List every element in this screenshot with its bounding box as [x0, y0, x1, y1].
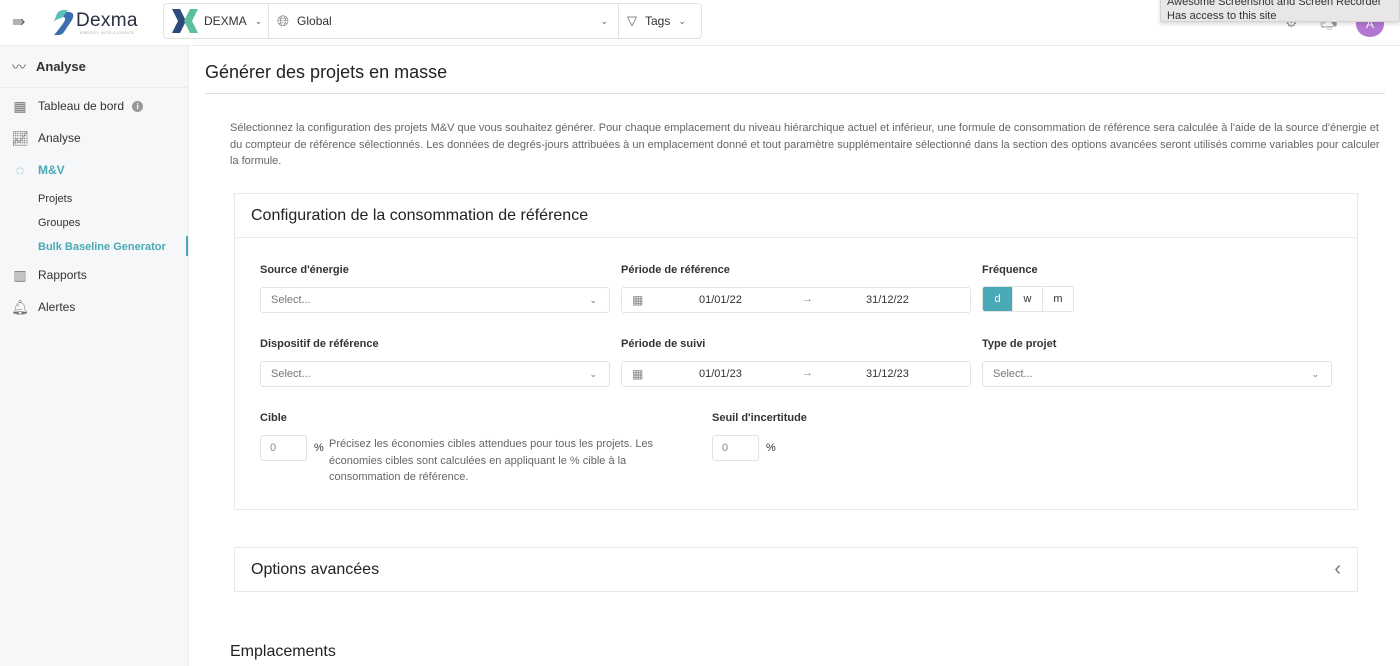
end-date[interactable]: 31/12/23	[866, 368, 909, 380]
sidebar-item-label: Rapports	[38, 268, 87, 282]
select-placeholder: Select...	[271, 294, 311, 306]
frequency-day[interactable]: d	[983, 287, 1013, 311]
extension-tooltip: Awesome Screenshot and Screen Recorder H…	[1160, 0, 1400, 22]
chevron-down-icon: ⌄	[589, 295, 597, 305]
sidebar-item-label: Analyse	[38, 131, 81, 145]
tags-label: Tags	[645, 14, 671, 28]
sidebar: 〰 Analyse ▦ Tableau de bord i 📈︎ Analyse…	[0, 46, 189, 666]
sidebar-subitem-projets[interactable]: Projets	[38, 193, 72, 205]
frequency-toggle: d w m	[982, 286, 1074, 312]
select-placeholder: Select...	[271, 368, 311, 380]
globe-icon: 🌐︎	[277, 12, 290, 30]
org-selector[interactable]: DEXMA ⌄	[164, 4, 269, 38]
arrow-right-icon: →	[802, 367, 813, 379]
sidebar-item-analyse[interactable]: 📈︎ Analyse	[11, 129, 81, 146]
chevron-down-icon: ⌄	[600, 16, 608, 26]
org-logo-icon	[172, 9, 198, 33]
chart-icon: 📈︎	[11, 129, 29, 146]
active-marker	[186, 236, 188, 256]
divider	[205, 93, 1385, 94]
chevron-down-icon: ⌄	[589, 369, 597, 379]
brand-subtitle: ENERGY INTELLIGENCE	[80, 30, 135, 35]
page-title: Générer des projets en masse	[205, 62, 448, 82]
report-icon: ▥	[13, 266, 27, 283]
advanced-options-title: Options avancées	[251, 561, 380, 578]
target-label: Cible	[260, 412, 287, 424]
arrow-right-icon: →	[802, 293, 813, 305]
card-title: Configuration de la consommation de réfé…	[235, 194, 1357, 238]
start-date[interactable]: 01/01/23	[699, 368, 742, 380]
org-name: DEXMA	[204, 14, 247, 28]
chevron-down-icon: ⌄	[1311, 369, 1319, 379]
sidebar-item-label: Tableau de bord	[38, 99, 125, 113]
sidebar-section-header[interactable]: 〰 Analyse	[0, 46, 188, 88]
chevron-down-icon: ⌄	[254, 15, 263, 26]
project-type-select[interactable]: Select... ⌄	[982, 361, 1332, 387]
location-name: Global	[297, 14, 332, 28]
sidebar-section-label: Analyse	[36, 59, 86, 74]
energy-source-label: Source d'énergie	[260, 264, 349, 276]
frequency-month[interactable]: m	[1043, 287, 1073, 311]
analyse-wave-icon: 〰	[12, 58, 26, 75]
sidebar-item-dashboard[interactable]: ▦ Tableau de bord i	[12, 97, 144, 114]
sidebar-item-label: M&V	[38, 163, 65, 177]
uncertainty-label: Seuil d'incertitude	[712, 412, 807, 424]
calendar-icon: ▦	[632, 367, 644, 381]
baseline-config-card: Configuration de la consommation de réfé…	[234, 193, 1358, 510]
frequency-label: Fréquence	[982, 264, 1038, 276]
chevron-left-icon[interactable]: ‹	[1334, 548, 1341, 591]
tooltip-line-2: Has access to this site	[1167, 10, 1277, 22]
project-type-label: Type de projet	[982, 338, 1057, 350]
brand-name: Dexma	[76, 10, 138, 31]
reference-device-label: Dispositif de référence	[260, 338, 379, 350]
sidebar-subitem-groupes[interactable]: Groupes	[38, 217, 80, 229]
calendar-icon: ▦	[632, 293, 644, 307]
check-circle-icon: ◌	[15, 162, 25, 178]
dashboard-icon: ▦	[13, 97, 27, 114]
target-hint: Précisez les économies cibles attendues …	[329, 438, 654, 483]
uncertainty-input[interactable]: 0	[712, 435, 759, 461]
locations-title: Emplacements	[230, 643, 336, 660]
select-placeholder: Select...	[993, 368, 1033, 380]
energy-source-select[interactable]: Select... ⌄	[260, 287, 610, 313]
sidebar-item-alertes[interactable]: 🔔︎ Alertes	[11, 298, 76, 315]
main-content: Générer des projets en masse Sélectionne…	[189, 46, 1400, 666]
reference-period-label: Période de référence	[621, 264, 730, 276]
menu-toggle-icon[interactable]: ⇛	[12, 12, 25, 32]
target-input[interactable]: 0	[260, 435, 307, 461]
reference-device-select[interactable]: Select... ⌄	[260, 361, 610, 387]
info-icon[interactable]: i	[132, 100, 144, 112]
location-selector[interactable]: 🌐︎ Global ⌄	[269, 4, 619, 38]
page-description: Sélectionnez la configuration des projet…	[230, 122, 1380, 167]
tooltip-line-1: Awesome Screenshot and Screen Recorder	[1167, 0, 1382, 8]
start-date[interactable]: 01/01/22	[699, 294, 742, 306]
chevron-down-icon: ⌄	[678, 15, 686, 26]
sidebar-item-label: Alertes	[38, 300, 76, 314]
tracking-period-range[interactable]: ▦ 01/01/23 → 31/12/23	[621, 361, 971, 387]
sidebar-item-rapports[interactable]: ▥ Rapports	[12, 266, 87, 283]
bell-icon: 🔔︎	[11, 298, 29, 315]
sidebar-subitem-bulk-baseline[interactable]: Bulk Baseline Generator	[38, 241, 166, 253]
reference-period-range[interactable]: ▦ 01/01/22 → 31/12/22	[621, 287, 971, 313]
tags-filter[interactable]: ▽ Tags ⌄	[619, 4, 701, 38]
advanced-options-panel[interactable]: Options avancées ‹	[234, 547, 1358, 592]
uncertainty-unit: %	[766, 442, 776, 454]
frequency-week[interactable]: w	[1013, 287, 1043, 311]
end-date[interactable]: 31/12/22	[866, 294, 909, 306]
context-selector: DEXMA ⌄ 🌐︎ Global ⌄ ▽ Tags ⌄	[163, 3, 702, 39]
target-unit: %	[314, 442, 324, 454]
top-bar: ⇛ Dexma ENERGY INTELLIGENCE DEXMA ⌄ 🌐︎ G…	[0, 0, 1400, 46]
filter-icon: ▽	[627, 13, 637, 28]
tracking-period-label: Période de suivi	[621, 338, 706, 350]
sidebar-item-mv[interactable]: ◌ M&V	[12, 162, 65, 178]
